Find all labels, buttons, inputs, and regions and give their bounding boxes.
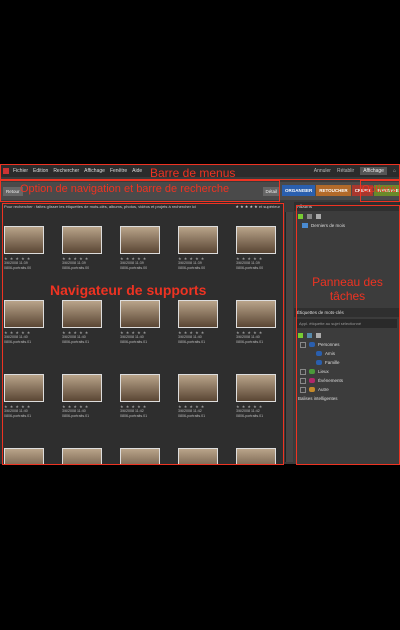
nav-options-annotation: Option de navigation et barre de recherc… [20,183,230,195]
media-browser-annotation: Navigateur de supports [50,282,207,298]
tasks-panel-outline [296,205,400,465]
menu-bar-annotation: Barre de menus [150,166,236,180]
scrollbar[interactable] [285,212,293,462]
tab-organiser[interactable]: ORGANISER [282,185,316,196]
tasks-panel-annotation: Panneau des tâches [312,275,383,303]
options-annotation: Options [362,184,397,195]
media-browser-outline [2,203,284,465]
tab-retoucher[interactable]: RETOUCHER [316,185,351,196]
